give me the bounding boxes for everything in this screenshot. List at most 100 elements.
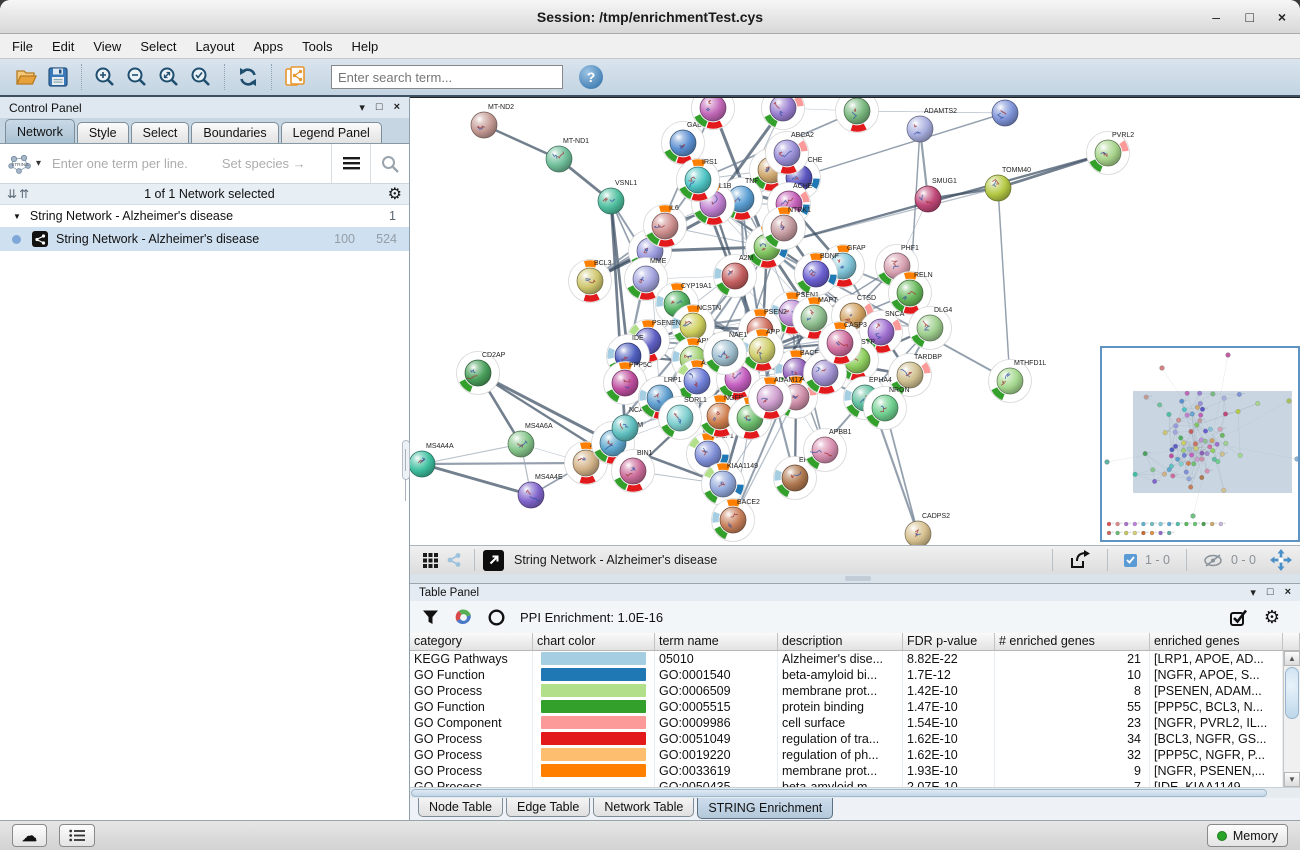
set-species-link[interactable]: Set species →	[222, 156, 306, 171]
tab-edge-table[interactable]: Edge Table	[506, 798, 590, 817]
tab-select[interactable]: Select	[131, 122, 190, 143]
tab-network[interactable]: Network	[5, 119, 75, 143]
zoom-in-button[interactable]	[89, 62, 121, 92]
network-node-NAE1[interactable]: NAE1	[704, 332, 748, 375]
network-collection-row[interactable]: ▼ String Network - Alzheimer's disease 1	[0, 205, 409, 227]
table-row[interactable]: KEGG Pathways05010Alzheimer's dise...8.8…	[410, 651, 1300, 667]
select-columns-icon[interactable]	[1230, 609, 1248, 626]
table-panel-float-icon[interactable]: □	[1267, 586, 1274, 599]
network-node-MT-ND1[interactable]: MT-ND1	[546, 138, 589, 172]
table-row[interactable]: GO ProcessGO:0006509membrane prot...1.42…	[410, 683, 1300, 699]
close-button[interactable]: ×	[1278, 0, 1286, 34]
network-node-NTRK1[interactable]: NTRK1	[763, 207, 812, 250]
column-header-description[interactable]: description	[778, 633, 903, 651]
vertical-scrollbar[interactable]: ▲ ▼	[1283, 651, 1300, 787]
scroll-down-arrow[interactable]: ▼	[1284, 772, 1300, 787]
table-row[interactable]: GO ComponentGO:0009986cell surface1.54E-…	[410, 715, 1300, 731]
menu-item-tools[interactable]: Tools	[302, 39, 332, 54]
network-node-IL6[interactable]: IL6	[644, 205, 687, 248]
network-node-MS4A4E[interactable]: MS4A4E	[518, 474, 563, 508]
network-node-CD2AP[interactable]: CD2AP	[457, 352, 506, 395]
column-header-enriched-genes[interactable]: enriched genes	[1150, 633, 1283, 651]
network-row-selected[interactable]: String Network - Alzheimer's disease 100…	[0, 227, 409, 251]
column-header-chart-color[interactable]: chart color	[533, 633, 655, 651]
help-button[interactable]: ?	[579, 65, 603, 89]
zoom-selected-button[interactable]	[185, 62, 217, 92]
remove-chart-icon[interactable]	[488, 609, 505, 626]
expand-all-icon[interactable]: ⇈	[19, 187, 28, 201]
string-logo-icon[interactable]: STRING ▾	[0, 153, 48, 175]
network-node-BACE2[interactable]: BACE2	[712, 499, 761, 542]
menu-item-file[interactable]: File	[12, 39, 33, 54]
network-canvas[interactable]: MT-ND2MT-ND1VSNL1GAB2CR1TREM2CD33INPP5DA…	[410, 97, 1300, 545]
detach-view-button[interactable]	[483, 550, 504, 571]
network-node-APBB1[interactable]: APBB1	[804, 429, 852, 472]
menu-item-view[interactable]: View	[93, 39, 121, 54]
tab-legend-panel[interactable]: Legend Panel	[281, 122, 382, 143]
share-network-icon[interactable]	[442, 545, 466, 575]
network-node-DLG4[interactable]: DLG4	[909, 307, 953, 350]
network-node-MS4A6A[interactable]: MS4A6A	[508, 423, 553, 457]
panel-menu-icon[interactable]: ▾	[359, 101, 365, 114]
table-panel-menu-icon[interactable]: ▾	[1250, 586, 1256, 599]
network-node-GAB2[interactable]: GAB2	[662, 122, 706, 165]
tab-node-table[interactable]: Node Table	[418, 798, 503, 817]
open-file-button[interactable]	[10, 62, 42, 92]
filter-icon[interactable]	[422, 610, 439, 625]
menu-item-select[interactable]: Select	[140, 39, 176, 54]
panel-float-icon[interactable]: □	[376, 101, 383, 114]
network-node-VSNL1[interactable]: VSNL1	[598, 180, 637, 214]
grid-view-icon[interactable]	[418, 545, 442, 575]
menu-item-help[interactable]: Help	[352, 39, 379, 54]
network-node-SORL1[interactable]: SORL1	[659, 397, 708, 440]
chart-settings-icon[interactable]	[454, 608, 473, 627]
column-header-category[interactable]: category	[410, 633, 533, 651]
save-session-button[interactable]	[42, 62, 74, 92]
network-node-INPP5D[interactable]: INPP5D	[836, 98, 887, 133]
zoom-fit-button[interactable]	[153, 62, 185, 92]
network-node-TOMM40[interactable]: TOMM40	[985, 167, 1031, 201]
network-node-PVRL2[interactable]: PVRL2	[1087, 132, 1135, 175]
splitter-grip[interactable]	[845, 576, 871, 581]
minimize-button[interactable]: –	[1212, 0, 1220, 34]
tab-string-enrichment[interactable]: STRING Enrichment	[697, 798, 833, 819]
collapse-all-icon[interactable]: ⇊	[7, 187, 16, 201]
import-network-button[interactable]	[279, 62, 311, 92]
menu-item-edit[interactable]: Edit	[52, 39, 74, 54]
column-header-term-name[interactable]: term name	[655, 633, 778, 651]
table-row[interactable]: GO FunctionGO:0005515protein binding1.47…	[410, 699, 1300, 715]
panel-close-icon[interactable]: ×	[394, 101, 400, 114]
table-row[interactable]: GO ProcessGO:0033619membrane prot...1.93…	[410, 763, 1300, 779]
network-node-MTHFD1L[interactable]: MTHFD1L	[989, 360, 1047, 403]
table-row[interactable]: GO ProcessGO:0050435beta-amyloid m...2.0…	[410, 779, 1300, 787]
scrollbar-thumb[interactable]	[1285, 667, 1299, 719]
birds-eye-view[interactable]	[1100, 346, 1300, 542]
selected-nodes-checkbox-icon[interactable]	[1124, 554, 1137, 567]
task-history-button[interactable]	[59, 824, 95, 847]
tab-network-table[interactable]: Network Table	[593, 798, 694, 817]
string-query-input[interactable]: Enter one term per line.	[52, 156, 188, 171]
menu-item-layout[interactable]: Layout	[195, 39, 234, 54]
hscrollbar-thumb[interactable]	[411, 789, 1267, 797]
network-node-MT-ND2[interactable]: MT-ND2	[471, 104, 514, 138]
table-row[interactable]: GO FunctionGO:0001540beta-amyloid bi...1…	[410, 667, 1300, 683]
network-options-gear-icon[interactable]: ⚙	[388, 184, 402, 204]
column-header--enriched-genes[interactable]: # enriched genes	[995, 633, 1150, 651]
horizontal-scrollbar[interactable]	[410, 787, 1300, 798]
table-row[interactable]: GO ProcessGO:0019220regulation of ph...1…	[410, 747, 1300, 763]
export-network-icon[interactable]	[1069, 550, 1091, 570]
search-input[interactable]	[331, 65, 563, 89]
scroll-up-arrow[interactable]: ▲	[1284, 651, 1300, 666]
network-node-BCL3[interactable]: BCL3	[569, 260, 612, 303]
network-node-NRGN[interactable]: NRGN	[864, 387, 910, 430]
string-options-menu-icon[interactable]	[332, 157, 370, 170]
birdseye-toggle-icon[interactable]	[1270, 549, 1292, 571]
panel-splitter-handle[interactable]	[402, 440, 410, 480]
network-node-A2M[interactable]: A2M	[714, 255, 757, 298]
tab-style[interactable]: Style	[77, 122, 129, 143]
table-settings-gear-icon[interactable]: ⚙	[1264, 607, 1280, 628]
table-panel-close-icon[interactable]: ×	[1285, 586, 1291, 599]
table-panel-splitter[interactable]	[410, 574, 1300, 583]
column-header-fdr-p-value[interactable]: FDR p-value	[903, 633, 995, 651]
network-node-BIN1[interactable]: BIN1	[612, 450, 655, 493]
